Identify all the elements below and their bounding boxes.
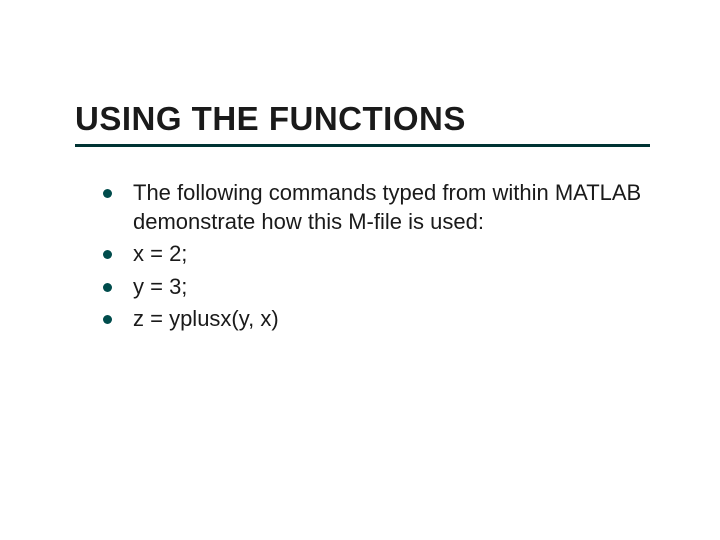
slide-title: USING THE FUNCTIONS (75, 100, 645, 138)
list-item: z = yplusx(y, x) (103, 305, 645, 334)
bullet-list: The following commands typed from within… (75, 179, 645, 334)
list-item: x = 2; (103, 240, 645, 269)
title-underline (75, 144, 650, 147)
list-item: The following commands typed from within… (103, 179, 645, 236)
slide-container: USING THE FUNCTIONS The following comman… (0, 0, 720, 540)
list-item: y = 3; (103, 273, 645, 302)
